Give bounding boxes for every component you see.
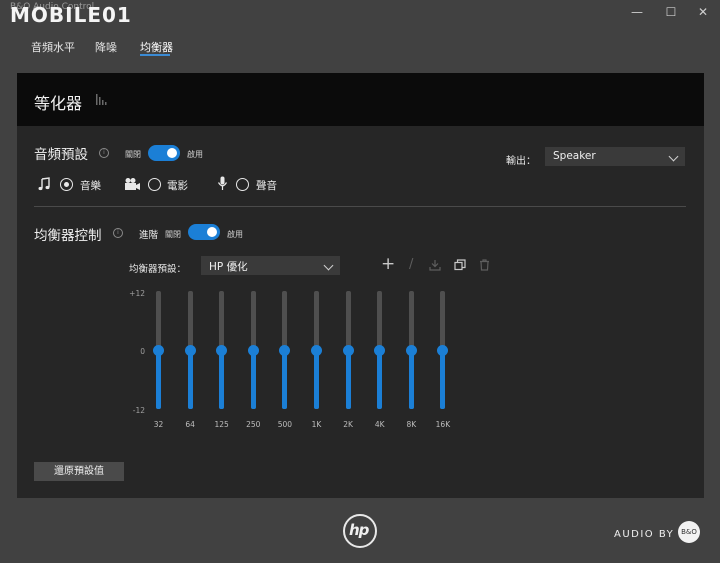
- eq-band-thumb[interactable]: [311, 344, 322, 356]
- eq-band-fill: [250, 350, 256, 409]
- eq-band-fill: [156, 350, 161, 409]
- bo-logo: B&O: [678, 521, 700, 543]
- audio-preset-title: 音頻預設: [34, 147, 88, 163]
- radio-movie-label: 電影: [167, 180, 188, 192]
- top-nav: 音頻水平 降噪 均衡器: [0, 36, 720, 60]
- toggle-knob: [167, 148, 177, 158]
- hp-logo: hp: [343, 514, 377, 548]
- eq-band-fill: [187, 350, 193, 409]
- eq-band-fill: [282, 350, 288, 409]
- section-divider: [34, 206, 686, 207]
- eq-band-freq-label: 32: [153, 420, 164, 429]
- microphone-icon: [217, 176, 228, 190]
- toggle-on-label: 啟用: [187, 150, 203, 159]
- tab-equalizer[interactable]: 均衡器: [140, 39, 173, 55]
- tab-noise-reduction[interactable]: 降噪: [95, 39, 117, 55]
- eq-info-icon[interactable]: i: [113, 228, 123, 238]
- eq-preset-select[interactable]: HP 優化: [201, 256, 340, 275]
- eq-preset-label: 均衡器預設：: [129, 264, 187, 275]
- minimize-button[interactable]: —: [622, 3, 652, 21]
- eq-band-slider[interactable]: [279, 291, 291, 409]
- active-tab-indicator: [140, 54, 170, 56]
- watermark-logo: MOBILE01: [10, 3, 132, 27]
- eq-sliders: +12 0 -12 32 64 125 250 500 1K 2K 4K 8K 16K: [117, 285, 477, 435]
- equalizer-bars-icon: [96, 94, 107, 105]
- title-bar: B&O Audio Control MOBILE01 — ☐ ✕: [0, 0, 720, 27]
- edit-icon[interactable]: /: [409, 258, 413, 272]
- eq-band-freq-label: 1K: [311, 420, 322, 429]
- reset-defaults-button[interactable]: 還原預設值: [34, 462, 124, 481]
- eq-band-slider[interactable]: [374, 291, 386, 409]
- db-label-min: -12: [132, 406, 145, 415]
- maximize-button[interactable]: ☐: [656, 3, 686, 21]
- eq-band-freq-label: 125: [214, 420, 229, 429]
- db-label-max: +12: [129, 289, 145, 298]
- eq-band-fill: [377, 350, 383, 409]
- eq-band-slider[interactable]: [247, 291, 259, 409]
- db-label-mid: 0: [140, 347, 145, 356]
- eq-band-freq-label: 8K: [406, 420, 417, 429]
- tab-audio-level[interactable]: 音頻水平: [31, 39, 75, 55]
- hp-logo-text: hp: [349, 521, 369, 539]
- eq-band-thumb[interactable]: [374, 344, 386, 356]
- delete-icon[interactable]: [479, 259, 490, 271]
- radio-voice-label: 聲音: [256, 180, 277, 192]
- radio-voice[interactable]: [236, 178, 249, 191]
- audio-by-text: AUDIO BY: [614, 529, 675, 540]
- eq-band-slider[interactable]: [311, 291, 322, 409]
- eq-band-freq-label: 16K: [435, 420, 451, 429]
- eq-band-slider[interactable]: [153, 291, 164, 409]
- toggle-off-label: 關閉: [125, 150, 141, 159]
- eq-band-fill: [408, 350, 414, 409]
- eq-toggle-on-label: 啟用: [227, 230, 243, 239]
- eq-band-freq-label: 2K: [343, 420, 353, 429]
- eq-band-thumb[interactable]: [405, 344, 417, 356]
- eq-band-slider[interactable]: [405, 291, 417, 409]
- eq-band-freq-label: 4K: [374, 420, 385, 429]
- close-button[interactable]: ✕: [688, 3, 718, 21]
- radio-movie[interactable]: [148, 178, 161, 191]
- eq-band-thumb[interactable]: [437, 344, 449, 356]
- advanced-label: 進階: [139, 230, 159, 241]
- eq-band-slider[interactable]: [437, 291, 449, 409]
- eq-band-freq-label: 64: [185, 420, 195, 429]
- output-select[interactable]: Speaker: [545, 147, 685, 166]
- eq-band-thumb[interactable]: [247, 344, 259, 356]
- eq-band-thumb[interactable]: [184, 344, 196, 356]
- panel-title: 等化器: [34, 94, 83, 113]
- radio-music[interactable]: [60, 178, 73, 191]
- toggle-knob: [207, 227, 217, 237]
- equalizer-panel: 等化器 音頻預設 i 關閉 啟用 輸出： Speaker 音樂 電影 聲音 均衡…: [17, 73, 704, 498]
- eq-band-slider[interactable]: [184, 291, 196, 409]
- output-label: 輸出：: [506, 156, 536, 167]
- movie-camera-icon: [125, 178, 140, 190]
- eq-band-fill: [345, 350, 351, 409]
- eq-toggle-off-label: 關閉: [165, 230, 181, 239]
- eq-band-fill: [314, 350, 319, 409]
- eq-preset-value: HP 優化: [209, 261, 248, 273]
- download-icon[interactable]: [429, 259, 441, 271]
- eq-control-title: 均衡器控制: [34, 228, 102, 244]
- panel-header: 等化器: [17, 73, 704, 126]
- eq-band-freq-label: 250: [246, 420, 261, 429]
- copy-icon[interactable]: [454, 259, 466, 271]
- music-note-icon: [38, 177, 50, 191]
- chevron-down-icon: [668, 151, 679, 162]
- radio-music-label: 音樂: [80, 180, 101, 192]
- eq-band-thumb[interactable]: [279, 344, 291, 356]
- eq-band-fill: [219, 350, 225, 409]
- info-icon[interactable]: i: [99, 148, 109, 158]
- eq-band-thumb[interactable]: [342, 344, 354, 356]
- output-value: Speaker: [553, 150, 596, 162]
- eq-band-slider[interactable]: [342, 291, 354, 409]
- eq-band-thumb[interactable]: [153, 344, 164, 356]
- add-icon[interactable]: +: [381, 256, 395, 273]
- audio-preset-toggle[interactable]: [148, 145, 180, 161]
- eq-band-slider[interactable]: [216, 291, 228, 409]
- eq-band-freq-label: 500: [277, 420, 293, 429]
- advanced-toggle[interactable]: [188, 224, 220, 240]
- eq-band-fill: [440, 350, 446, 409]
- chevron-down-icon: [323, 260, 334, 271]
- eq-band-thumb[interactable]: [216, 344, 228, 356]
